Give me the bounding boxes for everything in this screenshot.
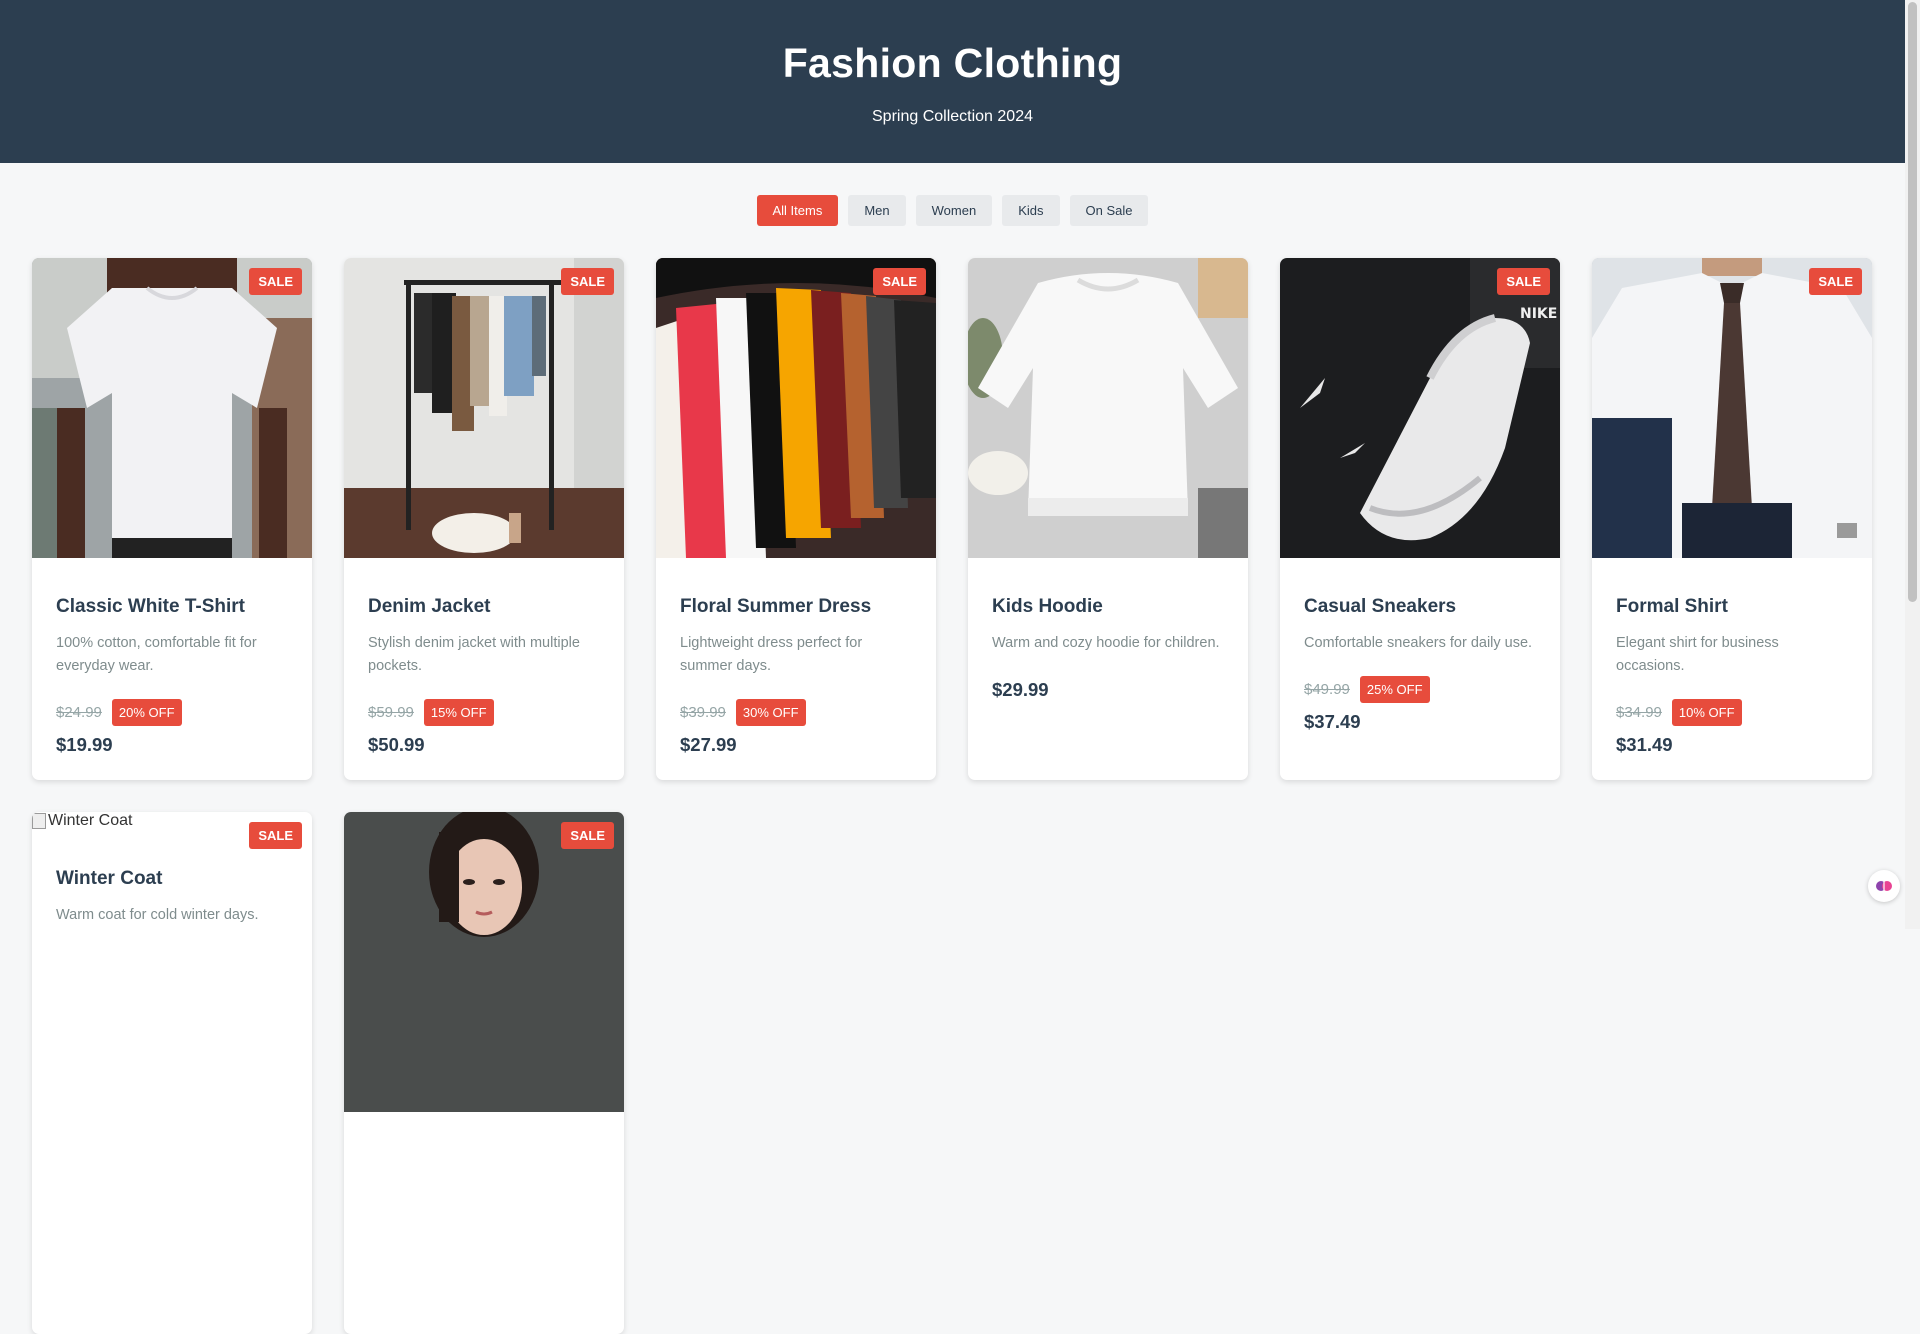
product-image[interactable] [968,258,1248,558]
product-price: $37.49 [1304,711,1361,732]
product-name[interactable]: Formal Shirt [1616,596,1848,618]
product-name[interactable]: Kids Hoodie [992,596,1224,618]
product-card[interactable]: SALE Classic White T-Shirt 100% cotton, … [32,258,312,780]
page-title: Fashion Clothing [782,40,1123,86]
assistant-brain-icon[interactable] [1868,870,1900,902]
page-header: Fashion Clothing Spring Collection 2024 [0,0,1905,163]
broken-image-icon: Winter Coat [32,812,132,830]
product-image[interactable]: SALE [344,258,624,558]
discount-badge: 20% OFF [111,698,182,726]
product-description: 100% cotton, comfortable fit for everyda… [56,635,257,674]
product-image[interactable]: SALE [1592,258,1872,558]
product-image[interactable]: SALE [656,258,936,558]
product-description: Stylish denim jacket with multiple pocke… [368,635,580,674]
discount-badge: 10% OFF [1671,698,1742,726]
original-price: $59.99 [368,703,414,721]
product-image[interactable]: SALE [32,258,312,558]
filter-kids[interactable]: Kids [1002,195,1060,226]
product-image[interactable]: Winter Coat SALE [32,812,312,854]
sale-badge: SALE [249,822,302,849]
svg-text:NIKE: NIKE [1520,306,1557,322]
product-price: $31.49 [1616,734,1673,755]
product-card[interactable]: Kids Hoodie Warm and cozy hoodie for chi… [968,258,1248,780]
product-card[interactable]: Winter Coat SALE Winter Coat Warm coat f… [32,812,312,1334]
product-card[interactable]: SALE [344,812,624,1334]
product-name[interactable]: Winter Coat [56,868,288,890]
discount-badge: 15% OFF [423,698,494,726]
filter-all-items[interactable]: All Items [756,195,839,226]
product-price: $19.99 [56,734,113,755]
sale-badge: SALE [1497,268,1550,295]
product-description: Comfortable sneakers for daily use. [1304,635,1533,651]
scrollbar-thumb[interactable] [1908,2,1917,602]
original-price: $34.99 [1616,703,1662,721]
product-card[interactable]: SALE Denim Jacket Stylish denim jacket w… [344,258,624,780]
filter-on-sale[interactable]: On Sale [1069,195,1149,226]
product-card[interactable]: NIKE SALE Casual Sneakers Comfortable sn… [1280,258,1560,780]
original-price: $39.99 [680,703,726,721]
filter-women[interactable]: Women [915,195,993,226]
product-name[interactable]: Classic White T-Shirt [56,596,288,618]
product-name[interactable]: Denim Jacket [368,596,600,618]
product-card[interactable]: SALE Floral Summer Dress Lightweight dre… [656,258,936,780]
product-description: Warm coat for cold winter days. [56,907,259,923]
image-alt-text: Winter Coat [48,812,133,829]
page-subtitle: Spring Collection 2024 [872,108,1033,125]
product-description: Warm and cozy hoodie for children. [992,635,1220,651]
product-price: $50.99 [368,734,425,755]
product-image[interactable]: NIKE SALE [1280,258,1560,558]
discount-badge: 25% OFF [1359,675,1430,703]
sale-badge: SALE [1809,268,1862,295]
product-grid: SALE Classic White T-Shirt 100% cotton, … [32,258,1874,1334]
product-description: Lightweight dress perfect for summer day… [680,635,863,674]
discount-badge: 30% OFF [735,698,806,726]
product-card[interactable]: SALE Formal Shirt Elegant shirt for busi… [1592,258,1872,780]
original-price: $49.99 [1304,680,1350,698]
broken-image-glyph [32,813,46,829]
sale-badge: SALE [561,268,614,295]
product-name[interactable]: Casual Sneakers [1304,596,1536,618]
product-description: Elegant shirt for business occasions. [1616,635,1779,674]
filter-men[interactable]: Men [848,195,906,226]
product-image[interactable]: SALE [344,812,624,1112]
page-scrollbar[interactable] [1905,0,1920,929]
sale-badge: SALE [873,268,926,295]
filter-bar: All Items Men Women Kids On Sale [0,195,1905,226]
product-name[interactable]: Floral Summer Dress [680,596,912,618]
product-price: $29.99 [992,679,1049,700]
sale-badge: SALE [249,268,302,295]
original-price: $24.99 [56,703,102,721]
product-price: $27.99 [680,734,737,755]
sale-badge: SALE [561,822,614,849]
